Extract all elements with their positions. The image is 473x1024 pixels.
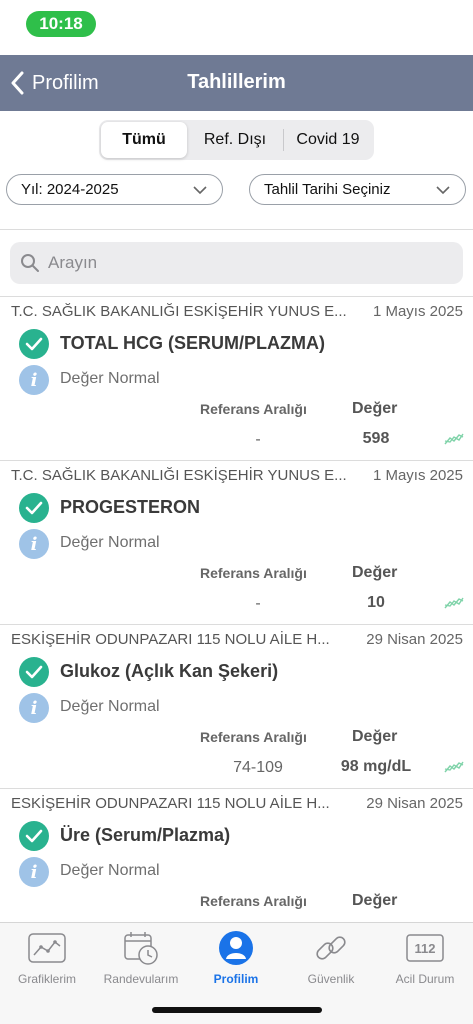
result-status: Değer Normal [60,862,160,879]
tab-label: Randevularım [103,972,179,986]
person-icon [216,929,256,967]
home-indicator [152,1007,322,1013]
result-value: 98 mg/dL [340,758,412,775]
segment-covid19[interactable]: Covid 19 [284,122,372,158]
chart-icon [27,929,67,967]
test-name: PROGESTERON [60,497,201,517]
test-name: Glukoz (Açlık Kan Şekeri) [60,661,279,681]
institution-name: ESKİŞEHİR ODUNPAZARI 115 NOLU AİLE H... [11,795,330,812]
value-header: Değer [352,892,398,909]
tab-guvenlik[interactable]: Güvenlik [284,929,378,989]
tab-randevularim[interactable]: Randevularım [94,929,188,989]
test-name: TOTAL HCG (SERUM/PLAZMA) [60,333,325,353]
info-icon: i [19,857,49,887]
reference-range-value: - [255,595,261,612]
trend-chart-icon[interactable] [444,597,464,609]
test-date-dropdown-value: Tahlil Tarihi Seçiniz [264,181,391,198]
chevron-down-icon [193,185,207,194]
search-input[interactable] [48,253,428,273]
result-status: Değer Normal [60,698,160,715]
value-header: Değer [352,400,398,417]
result-date: 1 Mayıs 2025 [372,467,463,484]
status-time: 10:18 [26,11,96,37]
reference-range-value: - [255,431,261,448]
tab-label: Acil Durum [395,972,455,986]
reference-range-header: Referans Aralığı [200,893,307,909]
reference-range-value: 74-109 [233,759,283,776]
tab-profilim[interactable]: Profilim [189,929,283,989]
test-name: Üre (Serum/Plazma) [60,825,231,845]
tab-acil-durum[interactable]: 112 Acil Durum [378,929,472,989]
institution-name: T.C. SAĞLIK BAKANLIĞI ESKİŞEHİR YUNUS E.… [11,467,347,484]
info-icon: i [19,693,49,723]
result-card[interactable]: T.C. SAĞLIK BAKANLIĞI ESKİŞEHİR YUNUS E.… [0,297,473,461]
result-value: 10 [367,594,385,611]
check-circle-icon [19,821,49,851]
info-icon: i [19,529,49,559]
year-dropdown[interactable]: Yıl: 2024-2025 [6,174,223,205]
segment-out-of-range[interactable]: Ref. Dışı [187,122,283,158]
value-header: Değer [352,564,398,581]
check-circle-icon [19,329,49,359]
segmented-control: Tümü Ref. Dışı Covid 19 [99,120,374,160]
emergency-number: 112 [415,941,436,956]
navigation-bar: Profilim Tahlillerim [0,55,473,111]
search-icon [21,254,39,272]
tab-label: Grafiklerim [17,972,76,986]
institution-name: ESKİŞEHİR ODUNPAZARI 115 NOLU AİLE H... [11,631,330,648]
result-status: Değer Normal [60,370,160,387]
trend-chart-icon[interactable] [444,761,464,773]
reference-range-header: Referans Aralığı [200,401,307,417]
check-circle-icon [19,657,49,687]
value-header: Değer [352,728,398,745]
institution-name: T.C. SAĞLIK BAKANLIĞI ESKİŞEHİR YUNUS E.… [11,303,347,320]
reference-range-header: Referans Aralığı [200,729,307,745]
result-value: 598 [362,430,390,447]
chevron-down-icon [436,185,450,194]
calendar-clock-icon [121,929,161,967]
result-date: 1 Mayıs 2025 [372,303,463,320]
divider [0,229,473,230]
result-date: 29 Nisan 2025 [366,631,463,648]
tab-label: Profilim [213,972,259,986]
tab-label: Güvenlik [307,972,355,986]
segment-all[interactable]: Tümü [101,122,187,158]
result-date: 29 Nisan 2025 [366,795,463,812]
search-bar[interactable] [10,242,463,284]
result-card[interactable]: ESKİŞEHİR ODUNPAZARI 115 NOLU AİLE H... … [0,625,473,789]
result-card[interactable]: T.C. SAĞLIK BAKANLIĞI ESKİŞEHİR YUNUS E.… [0,461,473,625]
status-bar: 10:18 [0,0,473,55]
page-title: Tahlillerim [187,71,286,93]
check-circle-icon [19,493,49,523]
card-header: ESKİŞEHİR ODUNPAZARI 115 NOLU AİLE H... … [11,795,463,815]
test-date-dropdown[interactable]: Tahlil Tarihi Seçiniz [249,174,466,205]
emergency-112-icon: 112 [405,929,445,967]
card-header: T.C. SAĞLIK BAKANLIĞI ESKİŞEHİR YUNUS E.… [11,303,463,323]
year-dropdown-value: Yıl: 2024-2025 [21,181,119,198]
link-icon [311,929,351,967]
result-status: Değer Normal [60,534,160,551]
reference-range-header: Referans Aralığı [200,565,307,581]
tab-grafiklerim[interactable]: Grafiklerim [0,929,94,989]
info-icon: i [19,365,49,395]
card-header: T.C. SAĞLIK BAKANLIĞI ESKİŞEHİR YUNUS E.… [11,467,463,487]
card-header: ESKİŞEHİR ODUNPAZARI 115 NOLU AİLE H... … [11,631,463,651]
trend-chart-icon[interactable] [444,433,464,445]
